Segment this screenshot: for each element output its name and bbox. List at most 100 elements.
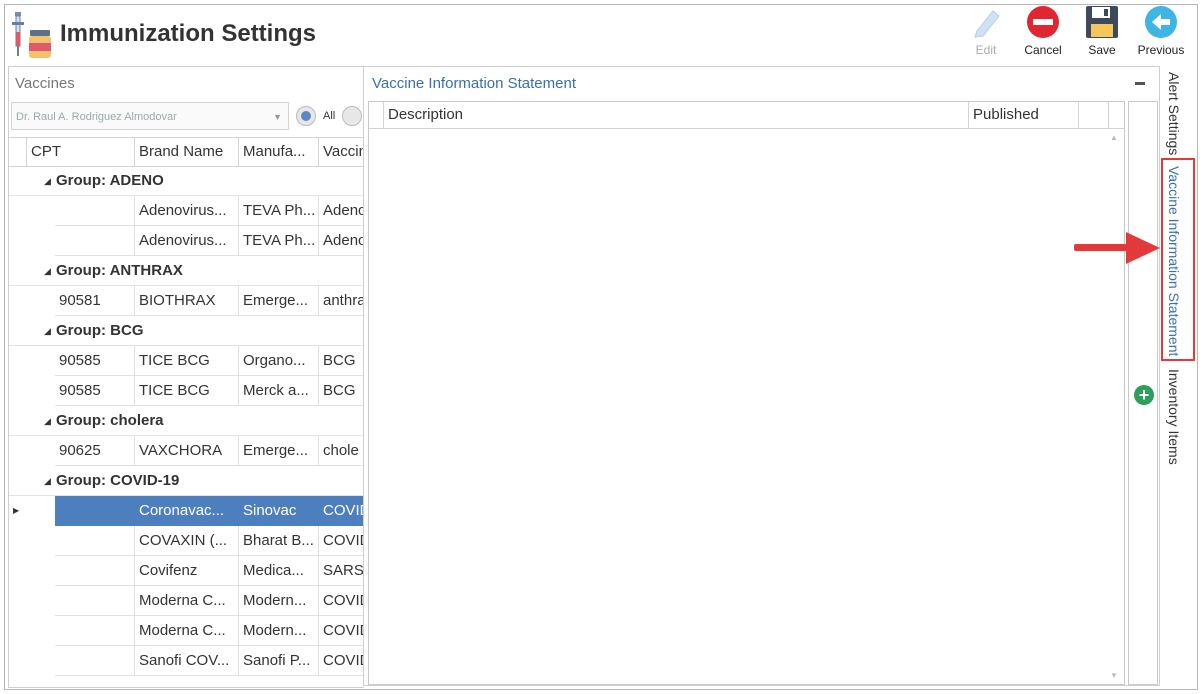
cell-brand: VAXCHORA [135, 436, 239, 466]
cell-brand: Adenovirus... [135, 226, 239, 256]
table-row[interactable]: Adenovirus... TEVA Ph... Adeno [9, 226, 364, 256]
group-row[interactable]: ◢ Group: ADENO [9, 166, 364, 196]
vis-row-indicator-header [369, 102, 384, 128]
provider-value: Dr. Raul A. Rodriguez Almodovar [16, 111, 177, 123]
collapse-triangle-icon[interactable]: ◢ [44, 316, 51, 346]
row-indicator-header [9, 138, 27, 166]
group-label: Group: BCG [56, 322, 144, 339]
group-row[interactable]: ◢ Group: ANTHRAX [9, 256, 364, 286]
previous-label: Previous [1137, 43, 1185, 57]
cancel-label: Cancel [1024, 43, 1062, 57]
vis-scrollbar[interactable]: ▲ ▼ [1108, 129, 1122, 684]
cell-cpt [55, 226, 135, 256]
cell-vacc: COVID [319, 616, 364, 646]
tab-inventory-items[interactable]: Inventory Items [1166, 369, 1182, 465]
cell-vacc: chole [319, 436, 364, 466]
back-arrow-icon [1145, 6, 1177, 38]
floppy-disk-icon [1086, 6, 1118, 38]
cell-vacc: anthra [319, 286, 364, 316]
cell-cpt [55, 616, 135, 646]
column-header-vaccine[interactable]: Vaccin [319, 138, 364, 166]
table-row[interactable]: Moderna C...Modern...COVID [9, 586, 364, 616]
scroll-up-icon[interactable]: ▲ [1110, 133, 1118, 142]
cell-manu: TEVA Ph... [239, 196, 319, 226]
cell-brand: Coronavac... [135, 496, 239, 526]
cell-cpt [55, 556, 135, 586]
table-row[interactable]: Adenovirus... TEVA Ph... Adeno [9, 196, 364, 226]
edit-button[interactable]: Edit [961, 5, 1011, 57]
cell-cpt: 90585 [55, 346, 135, 376]
collapse-triangle-icon[interactable]: ◢ [44, 406, 51, 436]
cell-brand: TICE BCG [135, 376, 239, 406]
table-row[interactable]: 90625 VAXCHORA Emerge... chole [9, 436, 364, 466]
cell-manu: Modern... [239, 616, 319, 646]
group-label: Group: COVID-19 [56, 472, 180, 489]
cell-vacc: BCG [319, 346, 364, 376]
filter-all-radio[interactable] [296, 106, 316, 126]
column-header-manufacturer[interactable]: Manufa... [239, 138, 319, 166]
cell-cpt [55, 586, 135, 616]
vaccine-vial-icon [12, 12, 51, 58]
column-header-description[interactable]: Description [384, 102, 969, 128]
group-row[interactable]: ◢ Group: BCG [9, 316, 364, 346]
filter-other-radio[interactable] [342, 106, 362, 126]
table-row[interactable]: 90585 TICE BCG Merck a... BCG [9, 376, 364, 406]
group-row[interactable]: ◢ Group: cholera [9, 406, 364, 436]
cell-vacc: BCG [319, 376, 364, 406]
cell-manu: Bharat B... [239, 526, 319, 556]
table-row[interactable]: CovifenzMedica...SARS- [9, 556, 364, 586]
previous-button[interactable]: Previous [1136, 5, 1186, 57]
table-row[interactable]: COVAXIN (...Bharat B...COVID [9, 526, 364, 556]
table-row[interactable]: Moderna C...Modern...COVID [9, 616, 364, 646]
grid-header: CPT Brand Name Manufa... Vaccin [9, 137, 364, 167]
column-header-brand-name[interactable]: Brand Name [135, 138, 239, 166]
cell-manu: Merck a... [239, 376, 319, 406]
cell-brand: Sanofi COV... [135, 646, 239, 676]
cell-brand: Moderna C... [135, 616, 239, 646]
table-row[interactable]: Sanofi COV...Sanofi P...COVID [9, 646, 364, 676]
cell-manu: Emerge... [239, 286, 319, 316]
column-header-published[interactable]: Published [969, 102, 1079, 128]
cancel-button[interactable]: Cancel [1018, 5, 1068, 57]
cancel-icon [1027, 6, 1059, 38]
group-label: Group: ANTHRAX [56, 262, 183, 279]
vis-grid-header: Description Published [369, 102, 1124, 129]
column-header-cpt[interactable]: CPT [27, 138, 135, 166]
provider-dropdown[interactable]: Dr. Raul A. Rodriguez Almodovar ▼ [11, 102, 289, 130]
collapse-triangle-icon[interactable]: ◢ [44, 256, 51, 286]
scroll-down-icon[interactable]: ▼ [1110, 671, 1118, 680]
cell-vacc: COVID [319, 646, 364, 676]
cell-brand: Covifenz [135, 556, 239, 586]
tab-alert-settings[interactable]: Alert Settings [1166, 72, 1182, 155]
vis-action-strip: + [1128, 101, 1158, 685]
table-row-selected[interactable]: ▶ Coronavac...SinovacCOVID [9, 496, 364, 526]
cell-vacc: SARS- [319, 556, 364, 586]
filter-all-label: All [323, 110, 336, 122]
vis-grid: Description Published ▲ ▼ [368, 101, 1125, 685]
cell-manu: Modern... [239, 586, 319, 616]
group-row[interactable]: ◢ Group: COVID-19 [9, 466, 364, 496]
save-button[interactable]: Save [1077, 5, 1127, 57]
vaccines-panel-title: Vaccines [15, 75, 75, 92]
cell-cpt [55, 496, 135, 526]
cell-manu: Medica... [239, 556, 319, 586]
cell-manu: Organo... [239, 346, 319, 376]
table-row[interactable]: 90581 BIOTHRAX Emerge... anthra [9, 286, 364, 316]
save-label: Save [1088, 43, 1116, 57]
collapse-triangle-icon[interactable]: ◢ [44, 166, 51, 196]
table-row[interactable]: 90585 TICE BCG Organo... BCG [9, 346, 364, 376]
cell-brand: Moderna C... [135, 586, 239, 616]
cell-cpt: 90581 [55, 286, 135, 316]
cell-brand: Adenovirus... [135, 196, 239, 226]
vis-panel: Vaccine Information Statement ▬ Descript… [363, 66, 1160, 686]
highlight-box [1161, 158, 1195, 361]
cell-manu: TEVA Ph... [239, 226, 319, 256]
group-label: Group: cholera [56, 412, 164, 429]
edit-label: Edit [975, 43, 997, 57]
row-pointer-icon: ▶ [13, 506, 20, 515]
collapse-triangle-icon[interactable]: ◢ [44, 466, 51, 496]
pin-icon[interactable]: ▬ [1135, 77, 1145, 88]
cell-brand: BIOTHRAX [135, 286, 239, 316]
cell-vacc: COVID [319, 526, 364, 556]
add-vis-button[interactable]: + [1134, 385, 1154, 405]
